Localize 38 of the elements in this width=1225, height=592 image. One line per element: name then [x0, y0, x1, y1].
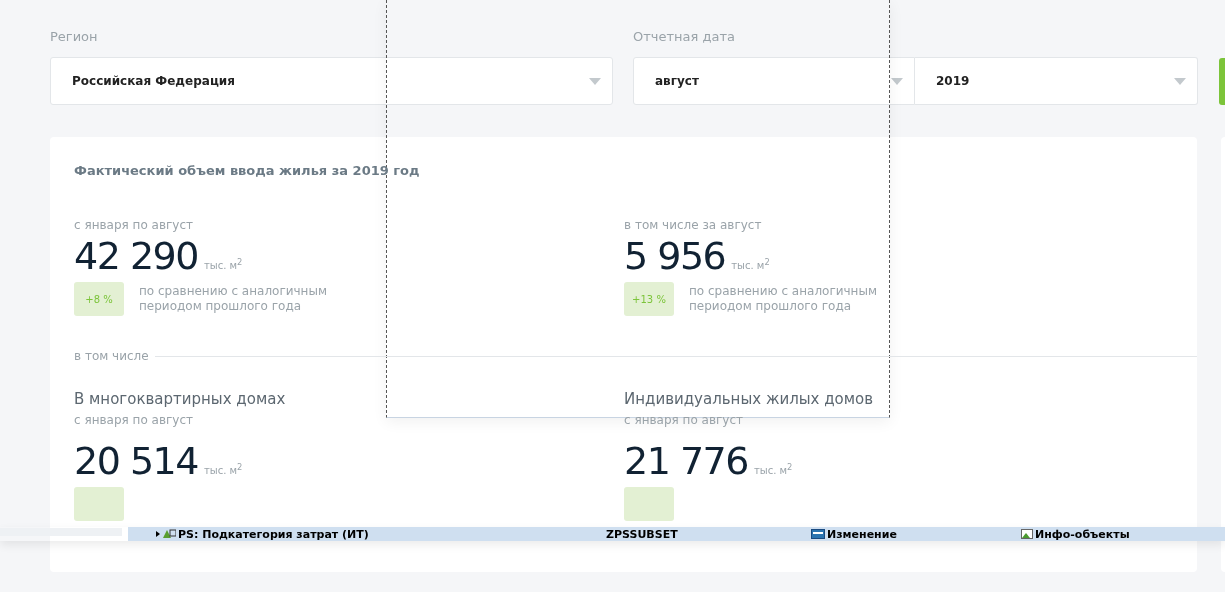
row-text: PS: Подкатегория затрат (ИТ): [178, 527, 369, 541]
change-badge: +13 %: [624, 282, 674, 316]
action-button[interactable]: [1219, 58, 1225, 105]
period-label: с января по август: [74, 218, 194, 232]
year-select[interactable]: 2019: [915, 57, 1198, 105]
change-badge: [624, 487, 674, 521]
value-number: 21 776: [624, 439, 748, 483]
unit-label: тыс. м$^{2}$: [731, 256, 770, 271]
period-label: с января по август: [74, 413, 194, 427]
region-select[interactable]: Российская Федерация: [50, 57, 613, 105]
row-text: Инфо-объекты: [1035, 527, 1130, 541]
field-label: Отчетная дата: [633, 29, 736, 46]
caret-icon: [1174, 77, 1186, 85]
period-label: с января по август: [624, 413, 744, 427]
change-badge: [74, 487, 124, 521]
change-badge: +8 %: [74, 282, 124, 316]
image-icon: [1021, 529, 1033, 539]
period-label: в том числе за август: [624, 218, 763, 232]
comparison-note: по сравнению с аналогичным периодом прошлого года: [139, 284, 328, 314]
caret-icon: [589, 77, 601, 85]
month-select[interactable]: август: [633, 57, 915, 105]
value-number: 42 290: [74, 234, 198, 278]
unit-label: тыс. м$^{2}$: [203, 461, 243, 476]
row-text: ZPSSUBSET: [606, 527, 678, 541]
triangle-icon: [156, 529, 176, 539]
section-label: в том числе: [74, 349, 149, 363]
field-label: Регион: [50, 29, 99, 46]
value-number: 20 514: [74, 439, 198, 483]
unit-label: тыс. м$^{2}$: [753, 461, 793, 476]
caret-icon: [891, 77, 903, 85]
row-text: Изменение: [827, 527, 897, 541]
table-icon: [811, 529, 825, 539]
group-heading: Индивидуальных жилых домов: [624, 390, 875, 408]
card-title: Фактический объем ввода жилья за 2019 год: [74, 163, 421, 180]
comparison-note: по сравнению с аналогичным периодом прошлого года: [689, 284, 878, 314]
group-heading: В многоквартирных домах: [74, 390, 287, 408]
value-number: 5 956: [624, 234, 726, 278]
unit-label: тыс. м$^{2}$: [203, 256, 243, 271]
